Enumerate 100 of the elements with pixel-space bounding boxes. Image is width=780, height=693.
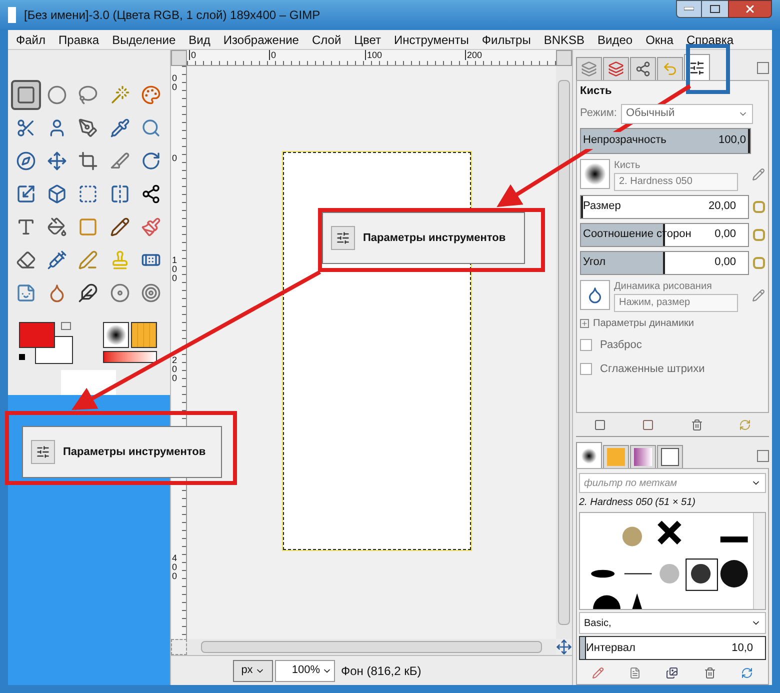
slider-value: 0,00 (714, 227, 737, 242)
highlight-frame (686, 44, 730, 94)
brush-dock-tab[interactable] (657, 445, 683, 468)
stamp-icon (110, 250, 130, 270)
close-button[interactable] (728, 0, 772, 18)
slider-value: 0,00 (714, 255, 737, 270)
brush-dock-tab[interactable] (630, 445, 656, 468)
slider-value: 100,0 (718, 133, 747, 148)
duplicate-icon[interactable] (666, 667, 678, 679)
maximize-button[interactable] (702, 0, 728, 18)
sticker-icon (16, 283, 36, 303)
paintbrush-icon (140, 217, 161, 237)
menu-item[interactable]: Окна (646, 30, 674, 48)
scissors-icon (16, 118, 36, 138)
panel-menu-icon[interactable] (757, 450, 769, 462)
blob-icon (586, 286, 604, 304)
letter-icon (16, 217, 36, 237)
opacity-slider[interactable]: Непрозрачность 100,0 (580, 128, 751, 154)
edit-icon[interactable] (752, 168, 765, 180)
dynamics-field[interactable]: Нажим, размер (614, 294, 738, 312)
slider-value: 10,0 (732, 640, 754, 656)
palette-icon (140, 85, 161, 105)
ruler-label: 400 (172, 554, 178, 581)
menu-item[interactable]: Цвет (354, 30, 382, 48)
pen-nib-icon (78, 118, 98, 138)
mode-label: Режим: (580, 106, 617, 122)
menu-item[interactable]: Изображение (223, 30, 299, 48)
brush-preview[interactable] (580, 159, 610, 189)
disc-icon (110, 283, 130, 303)
horizontal-scrollbar[interactable] (187, 639, 556, 655)
mode-dropdown[interactable]: Обычный (620, 104, 753, 124)
refresh-icon[interactable] (741, 667, 754, 679)
menu-item[interactable]: Вид (188, 30, 210, 48)
tooltip-text: Параметры инструментов (363, 230, 506, 246)
dynamics-preview[interactable] (580, 280, 610, 310)
brush-dock-tab[interactable] (576, 442, 602, 468)
tool-options-icon (31, 440, 55, 464)
vertical-scrollbar[interactable] (753, 513, 765, 609)
airbrush-icon (47, 250, 68, 270)
edit-icon[interactable] (592, 667, 604, 679)
tag-filter-field[interactable]: фильтр по меткам (579, 473, 766, 493)
move-icon[interactable] (556, 639, 572, 655)
preset-dropdown[interactable]: Basic, (579, 612, 766, 634)
pattern-preview[interactable] (131, 322, 157, 348)
delete-icon[interactable] (690, 418, 703, 431)
slider-track[interactable]: Угол 0,00 (580, 250, 749, 274)
menu-item[interactable]: Видео (598, 30, 633, 48)
crop-icon (78, 151, 98, 171)
dynamics-options-expander[interactable]: Параметры динамики (580, 316, 765, 330)
ruler-label: 0 (189, 50, 196, 60)
ruler-label: 0 (172, 154, 178, 163)
gradient-preview[interactable] (103, 351, 157, 363)
move-icon (47, 151, 68, 171)
rotate-icon (140, 151, 161, 171)
wand-icon (110, 85, 130, 105)
menu-item[interactable]: Справка (686, 30, 734, 48)
slider-track[interactable]: Размер 20,00 (580, 194, 749, 218)
delete-icon[interactable] (704, 667, 716, 679)
vertical-scrollbar[interactable] (556, 66, 572, 639)
app-icon (8, 7, 16, 23)
knife-icon (110, 151, 130, 171)
spacing-slider[interactable]: Интервал 10,0 (579, 636, 766, 660)
undo-icon (662, 61, 678, 77)
brush-label: Кисть (614, 158, 642, 172)
brush-field[interactable]: 2. Hardness 050 (614, 172, 738, 190)
menu-item[interactable]: Фильтры (482, 30, 531, 48)
checkbox-label: Разброс (600, 338, 642, 352)
edit-icon[interactable] (752, 288, 765, 302)
zoom-dropdown[interactable]: 100% (275, 660, 335, 682)
image-thumbnail (61, 370, 116, 395)
unit-dropdown[interactable]: px (233, 660, 273, 682)
ruler-label: 00 (172, 74, 178, 92)
menu-item[interactable]: Инструменты (394, 30, 469, 48)
panel-menu-icon[interactable] (757, 62, 769, 74)
pencil-icon (110, 217, 130, 237)
checkbox-label: Сглаженные штрихи (600, 362, 705, 377)
menu-item[interactable]: Правка (58, 30, 100, 48)
new-icon[interactable] (629, 667, 642, 679)
menu-item[interactable]: Слой (312, 30, 342, 48)
minimize-button[interactable] (676, 0, 702, 18)
square-icon (16, 85, 36, 105)
brush-preview[interactable] (103, 322, 129, 348)
checkbox[interactable] (580, 338, 592, 351)
slider-label: Угол (582, 255, 606, 270)
ruler-label: 100 (365, 50, 382, 60)
ruler-label: 200 (172, 356, 178, 383)
menu-item[interactable]: BNKSB (544, 30, 584, 48)
tooltip-text: Параметры инструментов (63, 444, 206, 460)
restore-icon[interactable] (642, 418, 654, 431)
menu-item[interactable]: Файл (16, 30, 46, 48)
save-icon[interactable] (594, 418, 606, 431)
compass-icon (16, 151, 36, 171)
eraser-icon (16, 250, 36, 270)
checkbox[interactable] (580, 363, 592, 376)
brush-swatch-icon (580, 446, 598, 464)
menu-item[interactable]: Выделение (112, 30, 176, 48)
gradient-swatch-icon (634, 448, 652, 466)
maximize-icon (710, 5, 720, 13)
bucket-icon (47, 217, 68, 237)
dock-tab[interactable] (630, 57, 656, 80)
